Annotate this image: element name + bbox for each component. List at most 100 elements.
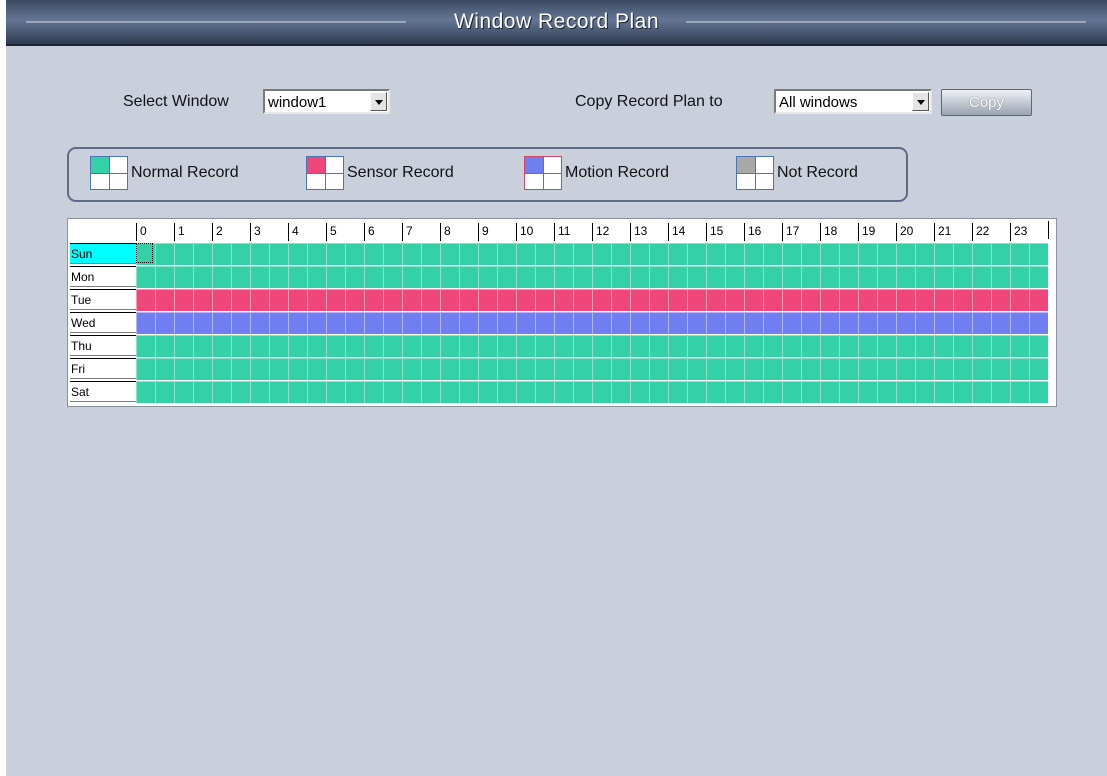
day-label-fri[interactable]: Fri xyxy=(70,358,136,379)
hour-label: 15 xyxy=(710,224,724,238)
copy-plan-label: Copy Record Plan to xyxy=(575,93,723,110)
day-label-thu[interactable]: Thu xyxy=(70,335,136,356)
select-window-label: Select Window xyxy=(123,93,229,110)
hour-tick xyxy=(820,223,821,241)
chevron-down-icon[interactable] xyxy=(370,92,387,111)
hour-label: 12 xyxy=(596,224,610,238)
hour-header-cell[interactable]: 15 xyxy=(706,221,744,241)
hour-header-cell[interactable]: 3 xyxy=(250,221,288,241)
hour-header-cell[interactable]: 9 xyxy=(478,221,516,241)
hour-label: 21 xyxy=(938,224,952,238)
hour-header-cell[interactable]: 6 xyxy=(364,221,402,241)
hour-header-cell[interactable]: 19 xyxy=(858,221,896,241)
sensor-record-icon xyxy=(306,156,344,190)
schedule-row-sun[interactable] xyxy=(136,243,1048,265)
hour-label: 5 xyxy=(330,224,337,238)
hour-label: 17 xyxy=(786,224,800,238)
schedule-row-wed[interactable] xyxy=(136,312,1048,334)
day-label-text: Sun xyxy=(71,247,93,261)
hour-label: 16 xyxy=(748,224,762,238)
copy-target-dropdown[interactable]: All windows xyxy=(774,89,932,114)
normal-record-icon xyxy=(90,156,128,190)
hour-label: 11 xyxy=(558,224,571,238)
hour-header-cell[interactable]: 16 xyxy=(744,221,782,241)
hour-header-cell[interactable]: 5 xyxy=(326,221,364,241)
hour-label: 2 xyxy=(216,224,223,238)
hour-header-cell[interactable]: 7 xyxy=(402,221,440,241)
hour-header-cell[interactable]: 4 xyxy=(288,221,326,241)
hour-header-cell[interactable]: 1 xyxy=(174,221,212,241)
copy-button[interactable]: Copy xyxy=(941,89,1032,116)
hour-tick xyxy=(668,223,669,241)
day-label-text: Tue xyxy=(71,293,92,307)
select-window-dropdown[interactable]: window1 xyxy=(263,89,390,114)
hour-label: 22 xyxy=(976,224,990,238)
day-label-text: Mon xyxy=(71,270,95,284)
not-record-icon xyxy=(736,156,774,190)
hour-header-cell[interactable]: 13 xyxy=(630,221,668,241)
hour-tick xyxy=(896,223,897,241)
hour-header-cell[interactable]: 8 xyxy=(440,221,478,241)
hour-label: 0 xyxy=(140,224,147,238)
hour-header-cell[interactable]: 12 xyxy=(592,221,630,241)
legend: Normal Record Sensor Record Motion Recor… xyxy=(67,147,908,202)
hour-header-cell[interactable]: 0 xyxy=(136,221,174,241)
hour-header-cell[interactable]: 14 xyxy=(668,221,706,241)
hour-tick xyxy=(934,223,935,241)
hour-tick xyxy=(858,223,859,241)
hour-header-cell[interactable]: 23 xyxy=(1010,221,1048,241)
hour-tick xyxy=(592,223,593,241)
day-label-wed[interactable]: Wed xyxy=(70,312,136,333)
day-label-tue[interactable]: Tue xyxy=(70,289,136,310)
hour-header-cell[interactable]: 2 xyxy=(212,221,250,241)
hour-header-cell[interactable]: 18 xyxy=(820,221,858,241)
hour-header-cell[interactable]: 20 xyxy=(896,221,934,241)
day-label-sat[interactable]: Sat xyxy=(70,381,136,402)
motion-record-icon xyxy=(524,156,562,190)
hour-header: 0 1 2 3 4 5 6 7 8 9 10 11 12 13 14 15 16 17 18 19 20 21 22 23 xyxy=(136,221,1048,241)
record-plan-window: Window Record Plan Select Window window1… xyxy=(6,0,1107,776)
hour-tick xyxy=(364,223,365,241)
day-label-text: Wed xyxy=(71,316,96,330)
day-label-mon[interactable]: Mon xyxy=(70,266,136,287)
day-label-text: Thu xyxy=(71,339,92,353)
hour-header-cell[interactable]: 21 xyxy=(934,221,972,241)
hour-header-cell[interactable]: 11 xyxy=(554,221,592,241)
schedule-row-mon[interactable] xyxy=(136,266,1048,288)
schedule-row-thu[interactable] xyxy=(136,335,1048,357)
schedule-row-tue[interactable] xyxy=(136,289,1048,311)
legend-label: Normal Record xyxy=(131,164,239,181)
chevron-down-icon[interactable] xyxy=(912,92,929,111)
hour-label: 14 xyxy=(672,224,686,238)
hour-tick xyxy=(478,223,479,241)
copy-target-value: All windows xyxy=(779,94,858,111)
hour-tick xyxy=(972,223,973,241)
hour-tick xyxy=(402,223,403,241)
hour-label: 7 xyxy=(406,224,413,238)
hour-label: 19 xyxy=(862,224,876,238)
hour-label: 13 xyxy=(634,224,648,238)
legend-label: Not Record xyxy=(777,164,858,181)
hour-header-end xyxy=(1048,221,1049,239)
hour-label: 4 xyxy=(292,224,299,238)
hour-tick xyxy=(212,223,213,241)
schedule-row-sat[interactable] xyxy=(136,381,1048,403)
hour-tick xyxy=(744,223,745,241)
hour-header-cell[interactable]: 22 xyxy=(972,221,1010,241)
select-window-value: window1 xyxy=(268,94,327,111)
legend-label: Sensor Record xyxy=(347,164,454,181)
hour-label: 6 xyxy=(368,224,375,238)
legend-label: Motion Record xyxy=(565,164,670,181)
day-label-sun[interactable]: Sun xyxy=(70,243,136,264)
hour-header-cell[interactable]: 17 xyxy=(782,221,820,241)
hour-tick xyxy=(554,223,555,241)
hour-tick xyxy=(288,223,289,241)
hour-tick xyxy=(326,223,327,241)
hour-label: 20 xyxy=(900,224,914,238)
schedule-row-fri[interactable] xyxy=(136,358,1048,380)
window-title: Window Record Plan xyxy=(453,10,660,33)
hour-tick xyxy=(706,223,707,241)
hour-header-cell[interactable]: 10 xyxy=(516,221,554,241)
hour-label: 3 xyxy=(254,224,261,238)
day-label-text: Fri xyxy=(71,362,85,376)
